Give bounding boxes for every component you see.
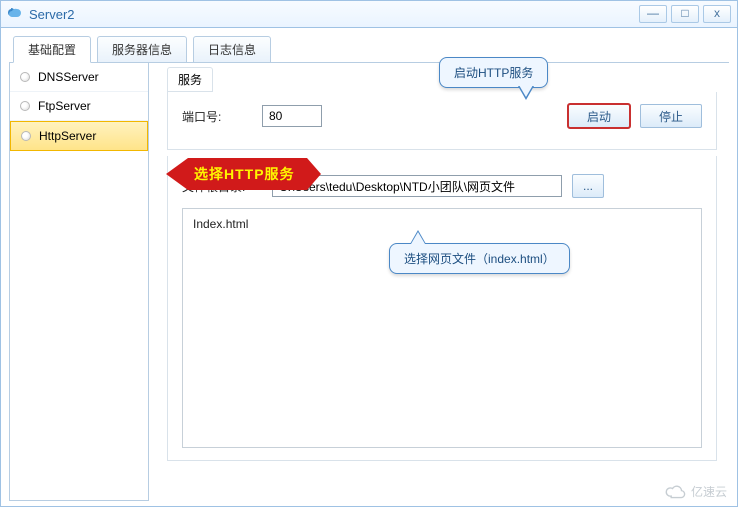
sidebar-item-http[interactable]: HttpServer (10, 121, 148, 151)
cloud-icon (665, 485, 687, 499)
callout-tail-icon (410, 230, 426, 244)
sidebar-item-label: FtpServer (38, 99, 91, 113)
sidebar-item-label: DNSServer (38, 70, 99, 84)
circle-icon (21, 131, 31, 141)
sidebar-item-label: HttpServer (39, 129, 96, 143)
callout-start-http: 启动HTTP服务 (439, 57, 548, 88)
app-icon (7, 5, 23, 24)
port-label: 端口号: (182, 108, 252, 125)
main-panel: 服务 端口号: 启动 停止 配置 文件根目录: ... (149, 63, 729, 501)
group-config: 配置 文件根目录: ... Index.html (167, 156, 717, 461)
arrow-label: 选择HTTP服务 (188, 158, 307, 190)
group-service: 端口号: 启动 停止 (167, 92, 717, 150)
list-item[interactable]: Index.html (193, 217, 691, 231)
maximize-button[interactable]: □ (671, 5, 699, 23)
window-body: 基础配置 服务器信息 日志信息 DNSServer FtpServer Http… (0, 28, 738, 507)
annotation-select-http-arrow: 选择HTTP服务 (166, 158, 307, 190)
start-button[interactable]: 启动 (568, 104, 630, 128)
callout-select-file: 选择网页文件（index.html） (389, 243, 570, 274)
circle-icon (20, 72, 30, 82)
sidebar-item-ftp[interactable]: FtpServer (10, 92, 148, 121)
callout-tail-icon (518, 86, 534, 100)
group-service-label: 服务 (167, 67, 213, 92)
close-button[interactable]: x (703, 5, 731, 23)
sidebar: DNSServer FtpServer HttpServer (9, 63, 149, 501)
tab-basic-config[interactable]: 基础配置 (13, 36, 91, 63)
window-title: Server2 (29, 7, 639, 22)
arrow-head-icon (166, 158, 188, 190)
sidebar-item-dns[interactable]: DNSServer (10, 63, 148, 92)
minimize-button[interactable]: — (639, 5, 667, 23)
port-input[interactable] (262, 105, 322, 127)
titlebar: Server2 — □ x (0, 0, 738, 28)
circle-icon (20, 101, 30, 111)
tab-log-info[interactable]: 日志信息 (193, 36, 271, 63)
browse-button[interactable]: ... (572, 174, 604, 198)
stop-button[interactable]: 停止 (640, 104, 702, 128)
tabs-top: 基础配置 服务器信息 日志信息 (13, 36, 729, 63)
tab-server-info[interactable]: 服务器信息 (97, 36, 187, 63)
watermark: 亿速云 (665, 483, 727, 500)
window-buttons: — □ x (639, 5, 731, 23)
